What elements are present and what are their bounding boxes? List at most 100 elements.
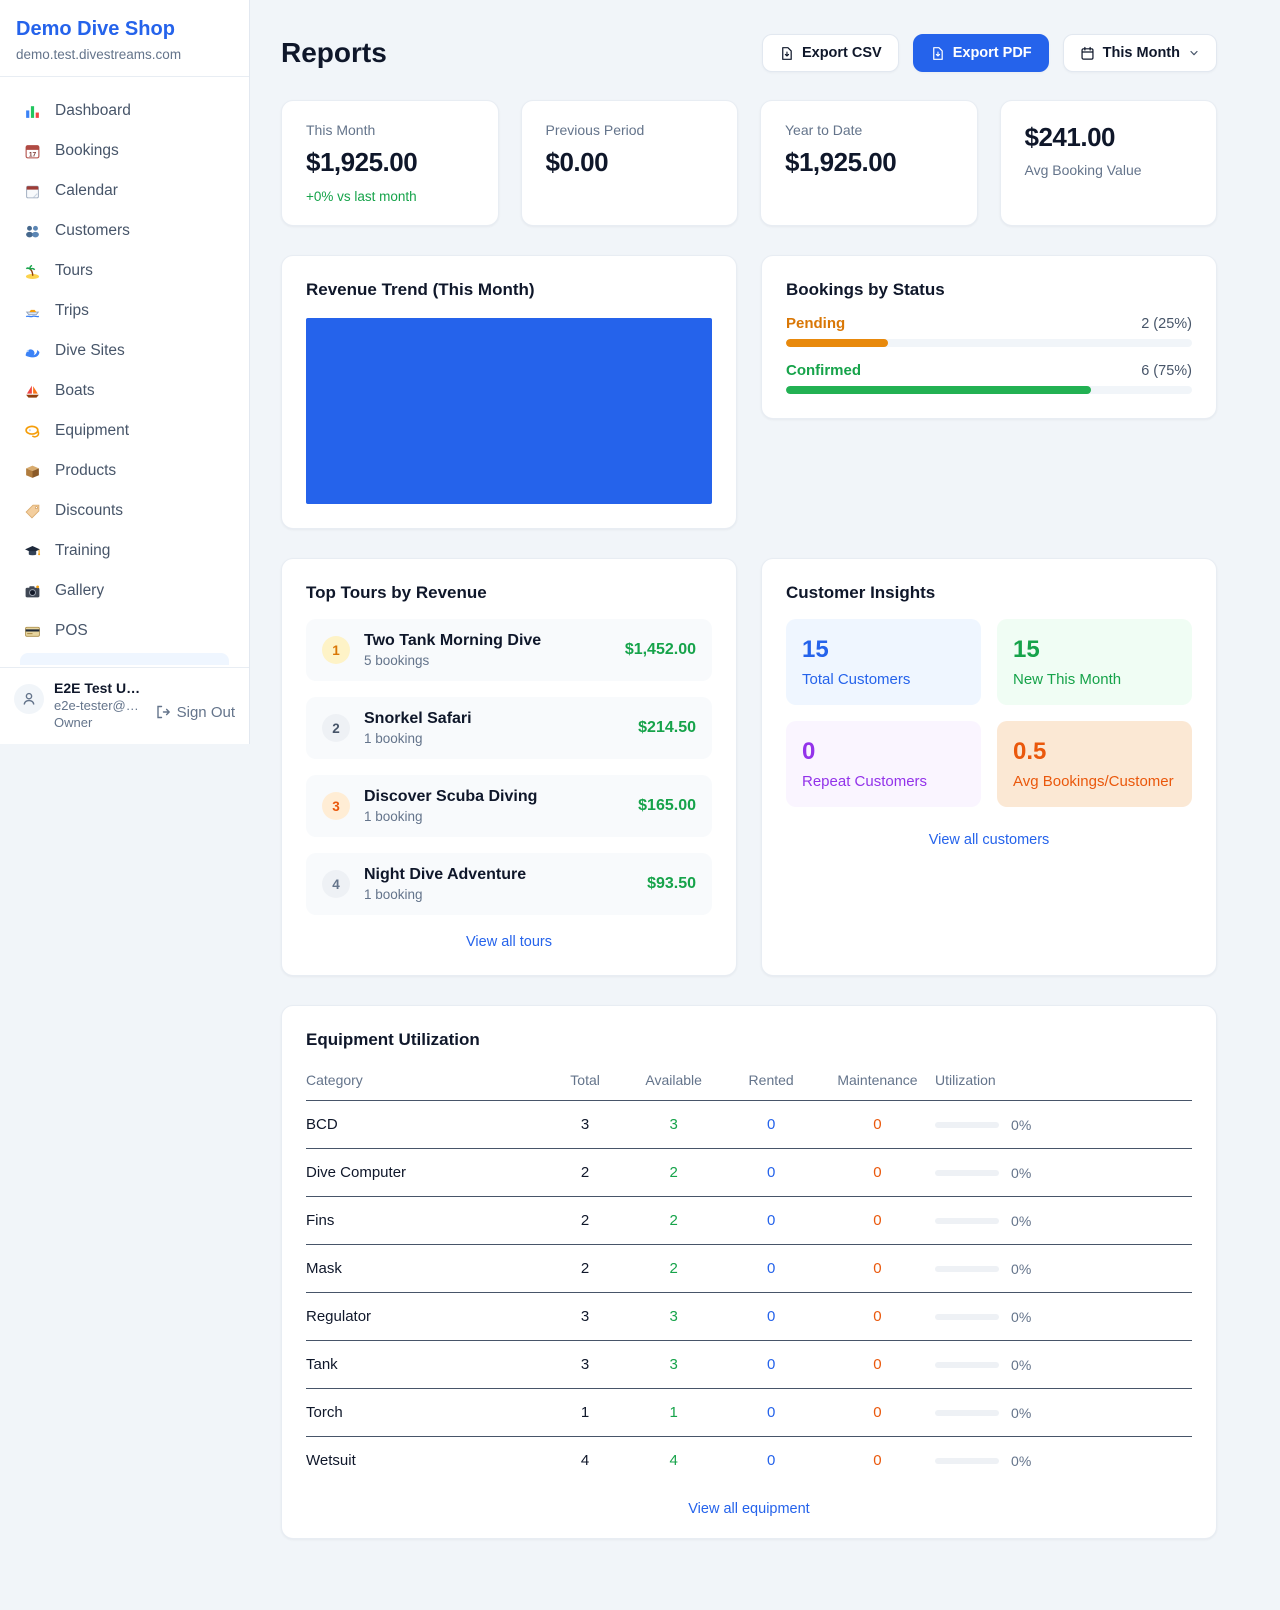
shop-domain: demo.test.divestreams.com (16, 47, 233, 62)
chevron-down-icon (1188, 47, 1200, 59)
export-csv-label: Export CSV (802, 45, 882, 61)
calendar-icon (1080, 46, 1095, 61)
utilization-bar (935, 1410, 999, 1416)
export-pdf-button[interactable]: Export PDF (913, 34, 1049, 72)
cell-maintenance: 0 (820, 1437, 935, 1485)
cell-maintenance: 0 (820, 1149, 935, 1197)
view-all-equipment-link[interactable]: View all equipment (688, 1501, 809, 1517)
stat-value: $1,925.00 (306, 147, 474, 178)
sidebar-item-pos[interactable]: POS (12, 611, 237, 651)
stat-card-this-month: This Month $1,925.00 +0% vs last month (281, 100, 499, 226)
tile-total-customers: 15 Total Customers (786, 619, 981, 705)
sign-out-button[interactable]: Sign Out (155, 694, 235, 730)
sidebar-item-label: Tours (55, 262, 93, 280)
cell-maintenance: 0 (820, 1389, 935, 1437)
tag-icon (22, 501, 42, 521)
cell-total: 2 (545, 1197, 625, 1245)
file-download-icon (930, 46, 945, 61)
cell-rented: 0 (722, 1437, 819, 1485)
sidebar-item-calendar[interactable]: Calendar (12, 171, 237, 211)
sidebar-item-gallery[interactable]: Gallery (12, 571, 237, 611)
equipment-utilization-card: Equipment Utilization Category Total Ava… (281, 1005, 1217, 1539)
column-header: Total (545, 1064, 625, 1101)
progress-track (786, 386, 1192, 394)
period-select-button[interactable]: This Month (1063, 34, 1217, 72)
export-csv-button[interactable]: Export CSV (762, 34, 899, 72)
utilization-percent: 0% (1011, 1165, 1031, 1181)
tour-revenue: $214.50 (638, 719, 696, 737)
cell-total: 3 (545, 1341, 625, 1389)
customer-insights-title: Customer Insights (786, 583, 1192, 603)
list-item: 3 Discover Scuba Diving 1 booking $165.0… (306, 775, 712, 837)
sidebar-item-label: Gallery (55, 582, 104, 600)
sidebar-item-label: Dashboard (55, 102, 131, 120)
cell-maintenance: 0 (820, 1245, 935, 1293)
sidebar-item-label: Customers (55, 222, 130, 240)
bookings-by-status-title: Bookings by Status (786, 280, 1192, 300)
top-tours-card: Top Tours by Revenue 1 Two Tank Morning … (281, 558, 737, 976)
table-row: Torch 1 1 0 0 0% (306, 1389, 1192, 1437)
sidebar-item-dashboard[interactable]: Dashboard (12, 91, 237, 131)
cell-category: BCD (306, 1101, 545, 1149)
cell-maintenance: 0 (820, 1341, 935, 1389)
sidebar-item-customers[interactable]: Customers (12, 211, 237, 251)
wave-icon (22, 341, 42, 361)
column-header: Category (306, 1064, 545, 1101)
stat-value: $0.00 (546, 147, 714, 178)
cell-maintenance: 0 (820, 1101, 935, 1149)
sidebar-item-label: Bookings (55, 142, 119, 160)
table-row: BCD 3 3 0 0 0% (306, 1101, 1192, 1149)
cell-total: 3 (545, 1101, 625, 1149)
sidebar: Demo Dive Shop demo.test.divestreams.com… (0, 0, 250, 744)
cell-category: Mask (306, 1245, 545, 1293)
user-role: Owner (54, 715, 145, 730)
utilization-percent: 0% (1011, 1261, 1031, 1277)
calendar-icon (22, 181, 42, 201)
cell-rented: 0 (722, 1197, 819, 1245)
cell-category: Fins (306, 1197, 545, 1245)
sidebar-item-discounts[interactable]: Discounts (12, 491, 237, 531)
sidebar-item-dive-sites[interactable]: Dive Sites (12, 331, 237, 371)
tour-name: Night Dive Adventure (364, 866, 633, 884)
tile-label: Repeat Customers (802, 773, 965, 790)
sidebar-nav: Dashboard 17 Bookings Calendar Customers… (0, 77, 249, 667)
rank-badge: 2 (322, 714, 350, 742)
rank-badge: 4 (322, 870, 350, 898)
cell-rented: 0 (722, 1389, 819, 1437)
tour-bookings: 1 booking (364, 731, 624, 746)
cell-available: 1 (625, 1389, 722, 1437)
tile-label: New This Month (1013, 671, 1176, 688)
utilization-percent: 0% (1011, 1357, 1031, 1373)
sidebar-item-reports-active-partial[interactable] (20, 653, 229, 665)
tour-name: Two Tank Morning Dive (364, 632, 611, 650)
stat-card-year-to-date: Year to Date $1,925.00 (760, 100, 978, 226)
cell-maintenance: 0 (820, 1197, 935, 1245)
sidebar-item-equipment[interactable]: Equipment (12, 411, 237, 451)
sidebar-item-trips[interactable]: Trips (12, 291, 237, 331)
revenue-trend-card: Revenue Trend (This Month) (281, 255, 737, 529)
sidebar-item-training[interactable]: Training (12, 531, 237, 571)
cell-rented: 0 (722, 1293, 819, 1341)
tile-value: 15 (1013, 636, 1176, 664)
sidebar-item-label: Training (55, 542, 110, 560)
sidebar-item-bookings[interactable]: 17 Bookings (12, 131, 237, 171)
sidebar-item-label: Equipment (55, 422, 129, 440)
status-row-confirmed: Confirmed 6 (75%) (786, 362, 1192, 394)
status-label: Pending (786, 315, 845, 332)
progress-fill (786, 386, 1091, 394)
cell-total: 4 (545, 1437, 625, 1485)
view-all-tours-link[interactable]: View all tours (466, 934, 552, 950)
tile-avg-bookings: 0.5 Avg Bookings/Customer (997, 721, 1192, 807)
table-row: Dive Computer 2 2 0 0 0% (306, 1149, 1192, 1197)
island-icon (22, 261, 42, 281)
sidebar-item-tours[interactable]: Tours (12, 251, 237, 291)
customers-icon (22, 221, 42, 241)
cell-rented: 0 (722, 1101, 819, 1149)
sidebar-item-boats[interactable]: Boats (12, 371, 237, 411)
sidebar-item-products[interactable]: Products (12, 451, 237, 491)
list-item: 4 Night Dive Adventure 1 booking $93.50 (306, 853, 712, 915)
charts-row: Revenue Trend (This Month) Bookings by S… (281, 255, 1217, 529)
sidebar-item-label: Products (55, 462, 116, 480)
view-all-customers-link[interactable]: View all customers (929, 832, 1050, 848)
avatar (14, 684, 44, 714)
